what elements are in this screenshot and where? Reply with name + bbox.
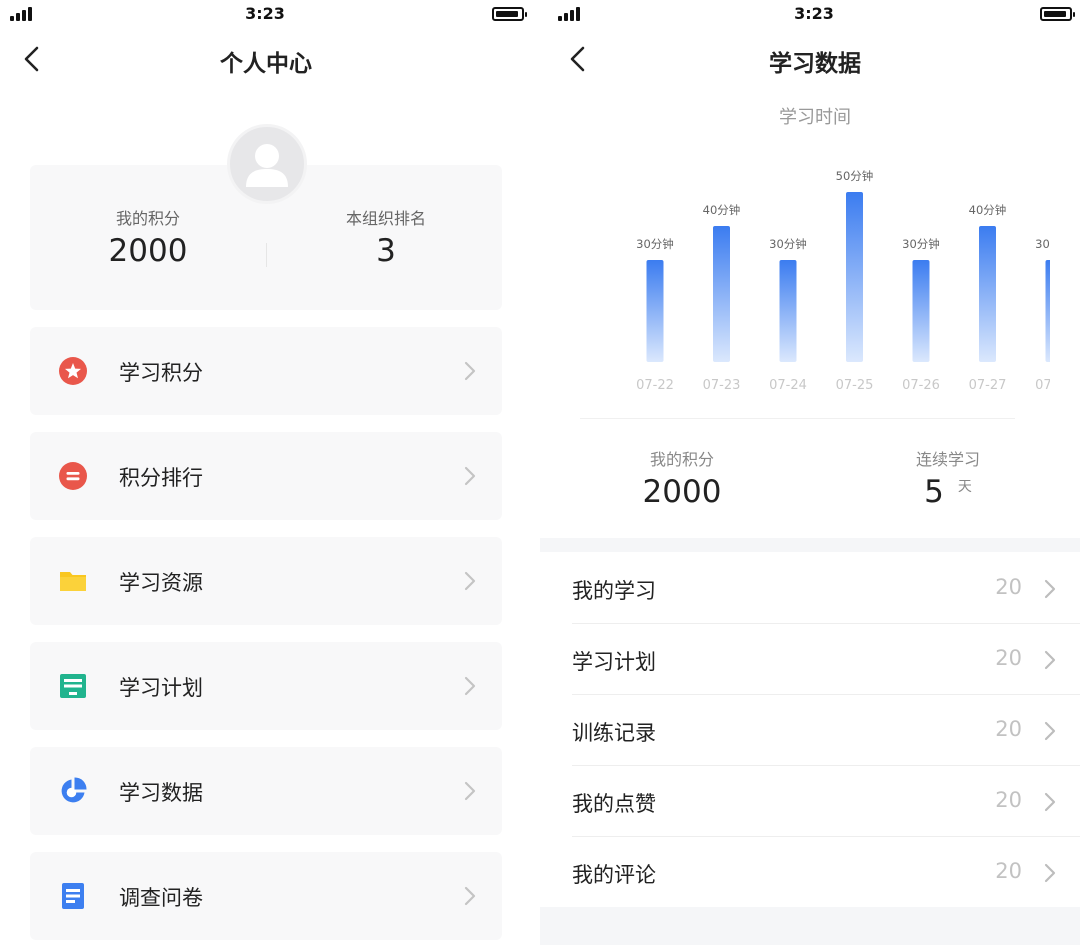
ranking-icon [59,462,87,490]
chart-x-tick-label: 07-24 [769,378,807,393]
points-label: 我的积分 [649,450,714,469]
chart-data-label: 30分钟 [902,237,940,251]
star-badge-icon [59,357,87,385]
menu-label: 学习数据 [119,781,203,805]
chart-x-tick-label: 07-23 [703,378,741,393]
nav-bar: 个人中心 [0,30,540,88]
chart-bar-07-26 [912,260,930,362]
status-time: 3:23 [245,4,285,23]
streak-label: 连续学习 [915,450,980,469]
chart-data-label: 30分钟 [769,237,807,251]
menu-item-study-plan[interactable]: 学习计划 [30,642,502,730]
status-bar: 3:23 [540,0,1080,28]
battery-icon [492,7,527,21]
chart-x-tick-label: 07-22 [636,378,674,393]
status-bar: 3:23 [0,0,540,28]
menu-label: 调查问卷 [119,886,203,910]
section-separator [540,538,1080,552]
chart-x-tick-label: 07-25 [836,378,874,393]
chart-bar-07-27 [979,226,996,362]
menu-item-survey[interactable]: 调查问卷 [30,852,502,940]
chart-bar-07-24 [779,260,797,362]
chevron-right-icon [464,676,476,696]
stat-divider [266,243,267,267]
chart-bar-07-22 [646,260,664,362]
chevron-right-icon [464,781,476,801]
personal-center-screen: 3:23 个人中心 我的积分 2000 本组织排名 3 学习积分 积分排行 学习… [0,0,540,945]
chevron-right-icon [1044,863,1056,883]
points-label: 我的积分 [115,209,180,228]
list-item-count: 20 [995,859,1022,883]
streak-value-row: 5天 [838,474,1058,510]
status-time: 3:23 [794,4,834,23]
points-stat: 我的积分 2000 [572,446,792,510]
chart-divider [580,418,1015,419]
streak-unit: 天 [957,479,972,495]
streak-stat: 连续学习 5天 [838,446,1058,510]
user-icon [246,144,288,187]
chevron-right-icon [464,886,476,906]
menu-item-points-ranking[interactable]: 积分排行 [30,432,502,520]
study-data-screen: 3:23 学习数据 学习时间 30分钟 07-22 40分钟 07-23 30分钟 07-… [540,0,1080,945]
chart-x-tick-label: 07-26 [902,378,940,393]
chevron-right-icon [464,361,476,381]
chart-data-label: 30分钟 [1035,237,1050,251]
bottom-band [540,907,1080,945]
points-value: 2000 [108,233,188,269]
list-item-label: 我的评论 [572,863,656,887]
rank-value: 3 [376,233,396,269]
list-item-my-study[interactable]: 我的学习 20 [572,553,1080,624]
chevron-right-icon [1044,579,1056,599]
list-item-my-likes[interactable]: 我的点赞 20 [572,766,1080,837]
page-title: 学习数据 [769,51,861,77]
list-item-my-comments[interactable]: 我的评论 20 [572,837,1080,908]
list-item-count: 20 [995,717,1022,741]
chevron-right-icon [1044,650,1056,670]
nav-bar: 学习数据 [540,30,1080,88]
rank-stat: 本组织排名 3 [286,205,486,269]
page-title: 个人中心 [220,51,312,77]
document-icon [62,883,84,909]
list-item-label: 学习计划 [572,650,656,674]
list-item-label: 我的学习 [572,579,656,603]
chart-data-label: 40分钟 [969,203,1007,217]
menu-label: 学习积分 [119,361,203,385]
study-time-bar-chart: 30分钟 07-22 40分钟 07-23 30分钟 07-24 50分钟 07-25 30分钟… [636,169,1050,393]
list-item-label: 训练记录 [572,721,656,745]
list-item-count: 20 [995,788,1022,812]
folder-icon [60,572,86,591]
list-item-training-records[interactable]: 训练记录 20 [572,695,1080,766]
chart-x-tick-label: 07-28 [1035,378,1050,393]
points-value: 2000 [642,474,722,510]
chevron-right-icon [1044,792,1056,812]
menu-label: 学习计划 [119,676,203,700]
plan-icon [60,674,86,698]
battery-icon [1040,7,1075,21]
menu-label: 积分排行 [119,466,203,490]
list-item-study-plan[interactable]: 学习计划 20 [572,624,1080,695]
rank-label: 本组织排名 [345,209,426,228]
chevron-right-icon [1044,721,1056,741]
list-item-count: 20 [995,646,1022,670]
chart-data-label: 40分钟 [703,203,741,217]
chart-bar-07-28 [1045,260,1050,362]
menu-label: 学习资源 [119,571,203,595]
menu-item-study-data[interactable]: 学习数据 [30,747,502,835]
chevron-right-icon [464,571,476,591]
streak-value: 5 [924,474,944,510]
chart-bar-07-25 [846,192,863,362]
chart-bar-07-23 [713,226,730,362]
menu-item-study-points[interactable]: 学习积分 [30,327,502,415]
chevron-right-icon [464,466,476,486]
list-item-label: 我的点赞 [572,792,656,816]
avatar[interactable] [227,124,307,204]
points-stat: 我的积分 2000 [48,205,248,269]
chart-data-label: 50分钟 [836,169,874,183]
section-title: 学习时间 [779,107,851,128]
pie-chart-icon [61,777,87,803]
list-item-count: 20 [995,575,1022,599]
chart-data-label: 30分钟 [636,237,674,251]
menu-item-learning-resources[interactable]: 学习资源 [30,537,502,625]
chart-x-tick-label: 07-27 [969,378,1007,393]
